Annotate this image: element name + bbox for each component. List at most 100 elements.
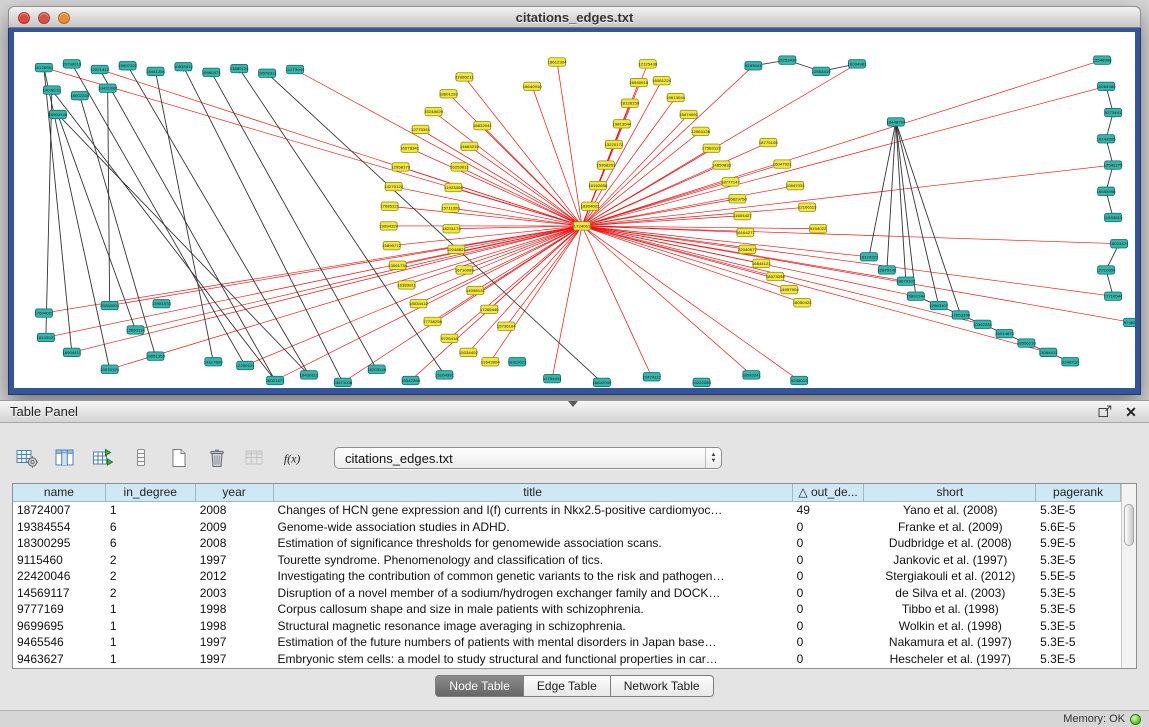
graph-node[interactable]: 16904411: [62, 348, 81, 356]
trash-icon[interactable]: [204, 446, 230, 470]
graph-node[interactable]: 18679102: [896, 277, 916, 285]
graph-node[interactable]: 18143021: [36, 333, 56, 341]
graph-edge[interactable]: [582, 131, 701, 226]
graph-node[interactable]: 14275122: [384, 182, 404, 190]
graph-node[interactable]: 10835412: [174, 62, 194, 70]
graph-node[interactable]: 16383911: [397, 281, 416, 289]
graph-node[interactable]: 18441254: [146, 67, 166, 75]
tab-edge-table[interactable]: Edge Table: [524, 675, 611, 697]
table-row[interactable]: 1872400712008Changes of HCN gene express…: [13, 502, 1121, 519]
graph-node[interactable]: 9154022: [810, 225, 827, 233]
graph-node[interactable]: 15981033: [152, 299, 172, 307]
graph-edge[interactable]: [582, 207, 807, 226]
graph-node[interactable]: 17653390: [951, 311, 971, 319]
graph-edge[interactable]: [582, 165, 1113, 226]
graph-node[interactable]: 15104381: [435, 371, 455, 379]
graph-edge[interactable]: [58, 114, 136, 329]
graph-node[interactable]: 9246710: [1062, 358, 1079, 366]
graph-node[interactable]: 10847031: [786, 181, 806, 189]
graph-node[interactable]: 9245012: [791, 376, 808, 384]
graph-node[interactable]: 18777147: [721, 178, 741, 186]
graph-node[interactable]: 11273040: [286, 65, 305, 73]
graph-node[interactable]: 9273441: [1105, 108, 1122, 116]
graph-node[interactable]: 10392284: [973, 320, 993, 328]
graph-edge[interactable]: [490, 226, 582, 362]
column-header-title[interactable]: title: [274, 484, 793, 502]
graph-node[interactable]: 16034981: [847, 60, 867, 68]
table-row[interactable]: 1830029562008Estimation of significance …: [13, 535, 1121, 552]
graph-edge[interactable]: [582, 86, 1106, 226]
graph-node[interactable]: 22086211: [455, 73, 474, 81]
graph-edge[interactable]: [128, 66, 309, 375]
graph-node[interactable]: 13880124: [230, 64, 250, 72]
graph-node[interactable]: 22040977: [738, 245, 758, 253]
graph-edge[interactable]: [582, 226, 1132, 322]
graph-edge[interactable]: [390, 206, 582, 226]
graph-node[interactable]: 17583122: [702, 144, 722, 152]
graph-node[interactable]: 10421983: [98, 84, 118, 92]
graph-node[interactable]: 16710089: [455, 266, 475, 274]
graph-node[interactable]: 18093241: [742, 371, 762, 379]
graph-edge[interactable]: [582, 216, 742, 226]
column-header-in_degree[interactable]: in_degree: [106, 484, 196, 502]
table-row[interactable]: 969969511998Structural magnetic resonanc…: [13, 618, 1121, 635]
graph-node[interactable]: 9725418: [441, 334, 458, 342]
graph-edge[interactable]: [110, 226, 582, 306]
graph-node[interactable]: 14850833: [712, 161, 732, 169]
tab-network-table[interactable]: Network Table: [611, 675, 714, 697]
column-header-name[interactable]: name: [13, 484, 106, 502]
graph-node[interactable]: 18601233: [439, 90, 459, 98]
graph-edge[interactable]: [582, 226, 652, 377]
new-document-icon[interactable]: [166, 446, 192, 470]
graph-node[interactable]: 19342260: [401, 376, 421, 384]
graph-node[interactable]: 18612304: [548, 58, 568, 66]
graph-edge[interactable]: [896, 122, 961, 315]
rows-icon[interactable]: [128, 446, 154, 470]
graph-edge[interactable]: [110, 226, 582, 369]
import-table-icon[interactable]: [90, 446, 116, 470]
graph-node[interactable]: 19613044: [666, 93, 686, 101]
graph-node[interactable]: 15958261: [596, 161, 616, 169]
graph-node[interactable]: 18430112: [300, 371, 319, 379]
graph-node[interactable]: 8183041: [745, 62, 762, 70]
graph-node[interactable]: 12775341: [411, 125, 431, 133]
graph-node[interactable]: 16179322: [859, 253, 879, 261]
close-panel-icon[interactable]: ✕: [1123, 405, 1139, 419]
graph-node[interactable]: 12048821: [447, 245, 467, 253]
scrollbar-thumb[interactable]: [1124, 504, 1134, 546]
graph-node[interactable]: 15711320: [441, 204, 460, 212]
graph-node[interactable]: 12660134: [126, 326, 146, 334]
graph-node[interactable]: 14663210: [460, 142, 480, 150]
graph-node[interactable]: 19578311: [258, 69, 277, 77]
graph-node[interactable]: 9748231: [1124, 318, 1135, 326]
graph-edge[interactable]: [557, 62, 582, 226]
graph-node[interactable]: 12879140: [877, 266, 897, 274]
graph-node[interactable]: 16503128: [48, 110, 68, 118]
graph-edge[interactable]: [80, 96, 156, 356]
graph-edge[interactable]: [52, 90, 275, 380]
graph-edge[interactable]: [183, 67, 342, 383]
graph-node[interactable]: 16842009: [592, 378, 612, 386]
graph-node[interactable]: 16960471: [202, 68, 222, 76]
table-source-select[interactable]: citations_edges.txt ▲▼: [334, 447, 722, 469]
graph-node[interactable]: 18126159: [620, 99, 640, 107]
table-row[interactable]: 911546021997Tourette syndrome. Phenomeno…: [13, 552, 1121, 569]
graph-node[interactable]: 16014873: [995, 329, 1015, 337]
graph-node[interactable]: 18832041: [473, 121, 493, 129]
graph-node[interactable]: 14957904: [780, 285, 800, 293]
graph-node[interactable]: 18304022: [580, 202, 600, 210]
graph-node[interactable]: 12553419: [812, 67, 832, 75]
column-header-pagerank[interactable]: pagerank: [1036, 484, 1121, 502]
column-header-out_degree[interactable]: △ out_de...: [793, 484, 865, 502]
table-settings-icon[interactable]: [14, 446, 40, 470]
graph-node[interactable]: 16829750: [728, 195, 748, 203]
graph-edge[interactable]: [100, 69, 582, 225]
graph-edge[interactable]: [582, 226, 1048, 352]
graph-node[interactable]: 16455098: [1097, 187, 1117, 195]
graph-edge[interactable]: [44, 68, 582, 226]
graph-node[interactable]: 11604427: [733, 211, 752, 219]
graph-node[interactable]: 16021477: [266, 376, 286, 384]
graph-node[interactable]: 16640910: [523, 82, 543, 90]
graph-node[interactable]: 10930124: [100, 365, 120, 373]
graph-node[interactable]: 12125439: [638, 60, 658, 68]
